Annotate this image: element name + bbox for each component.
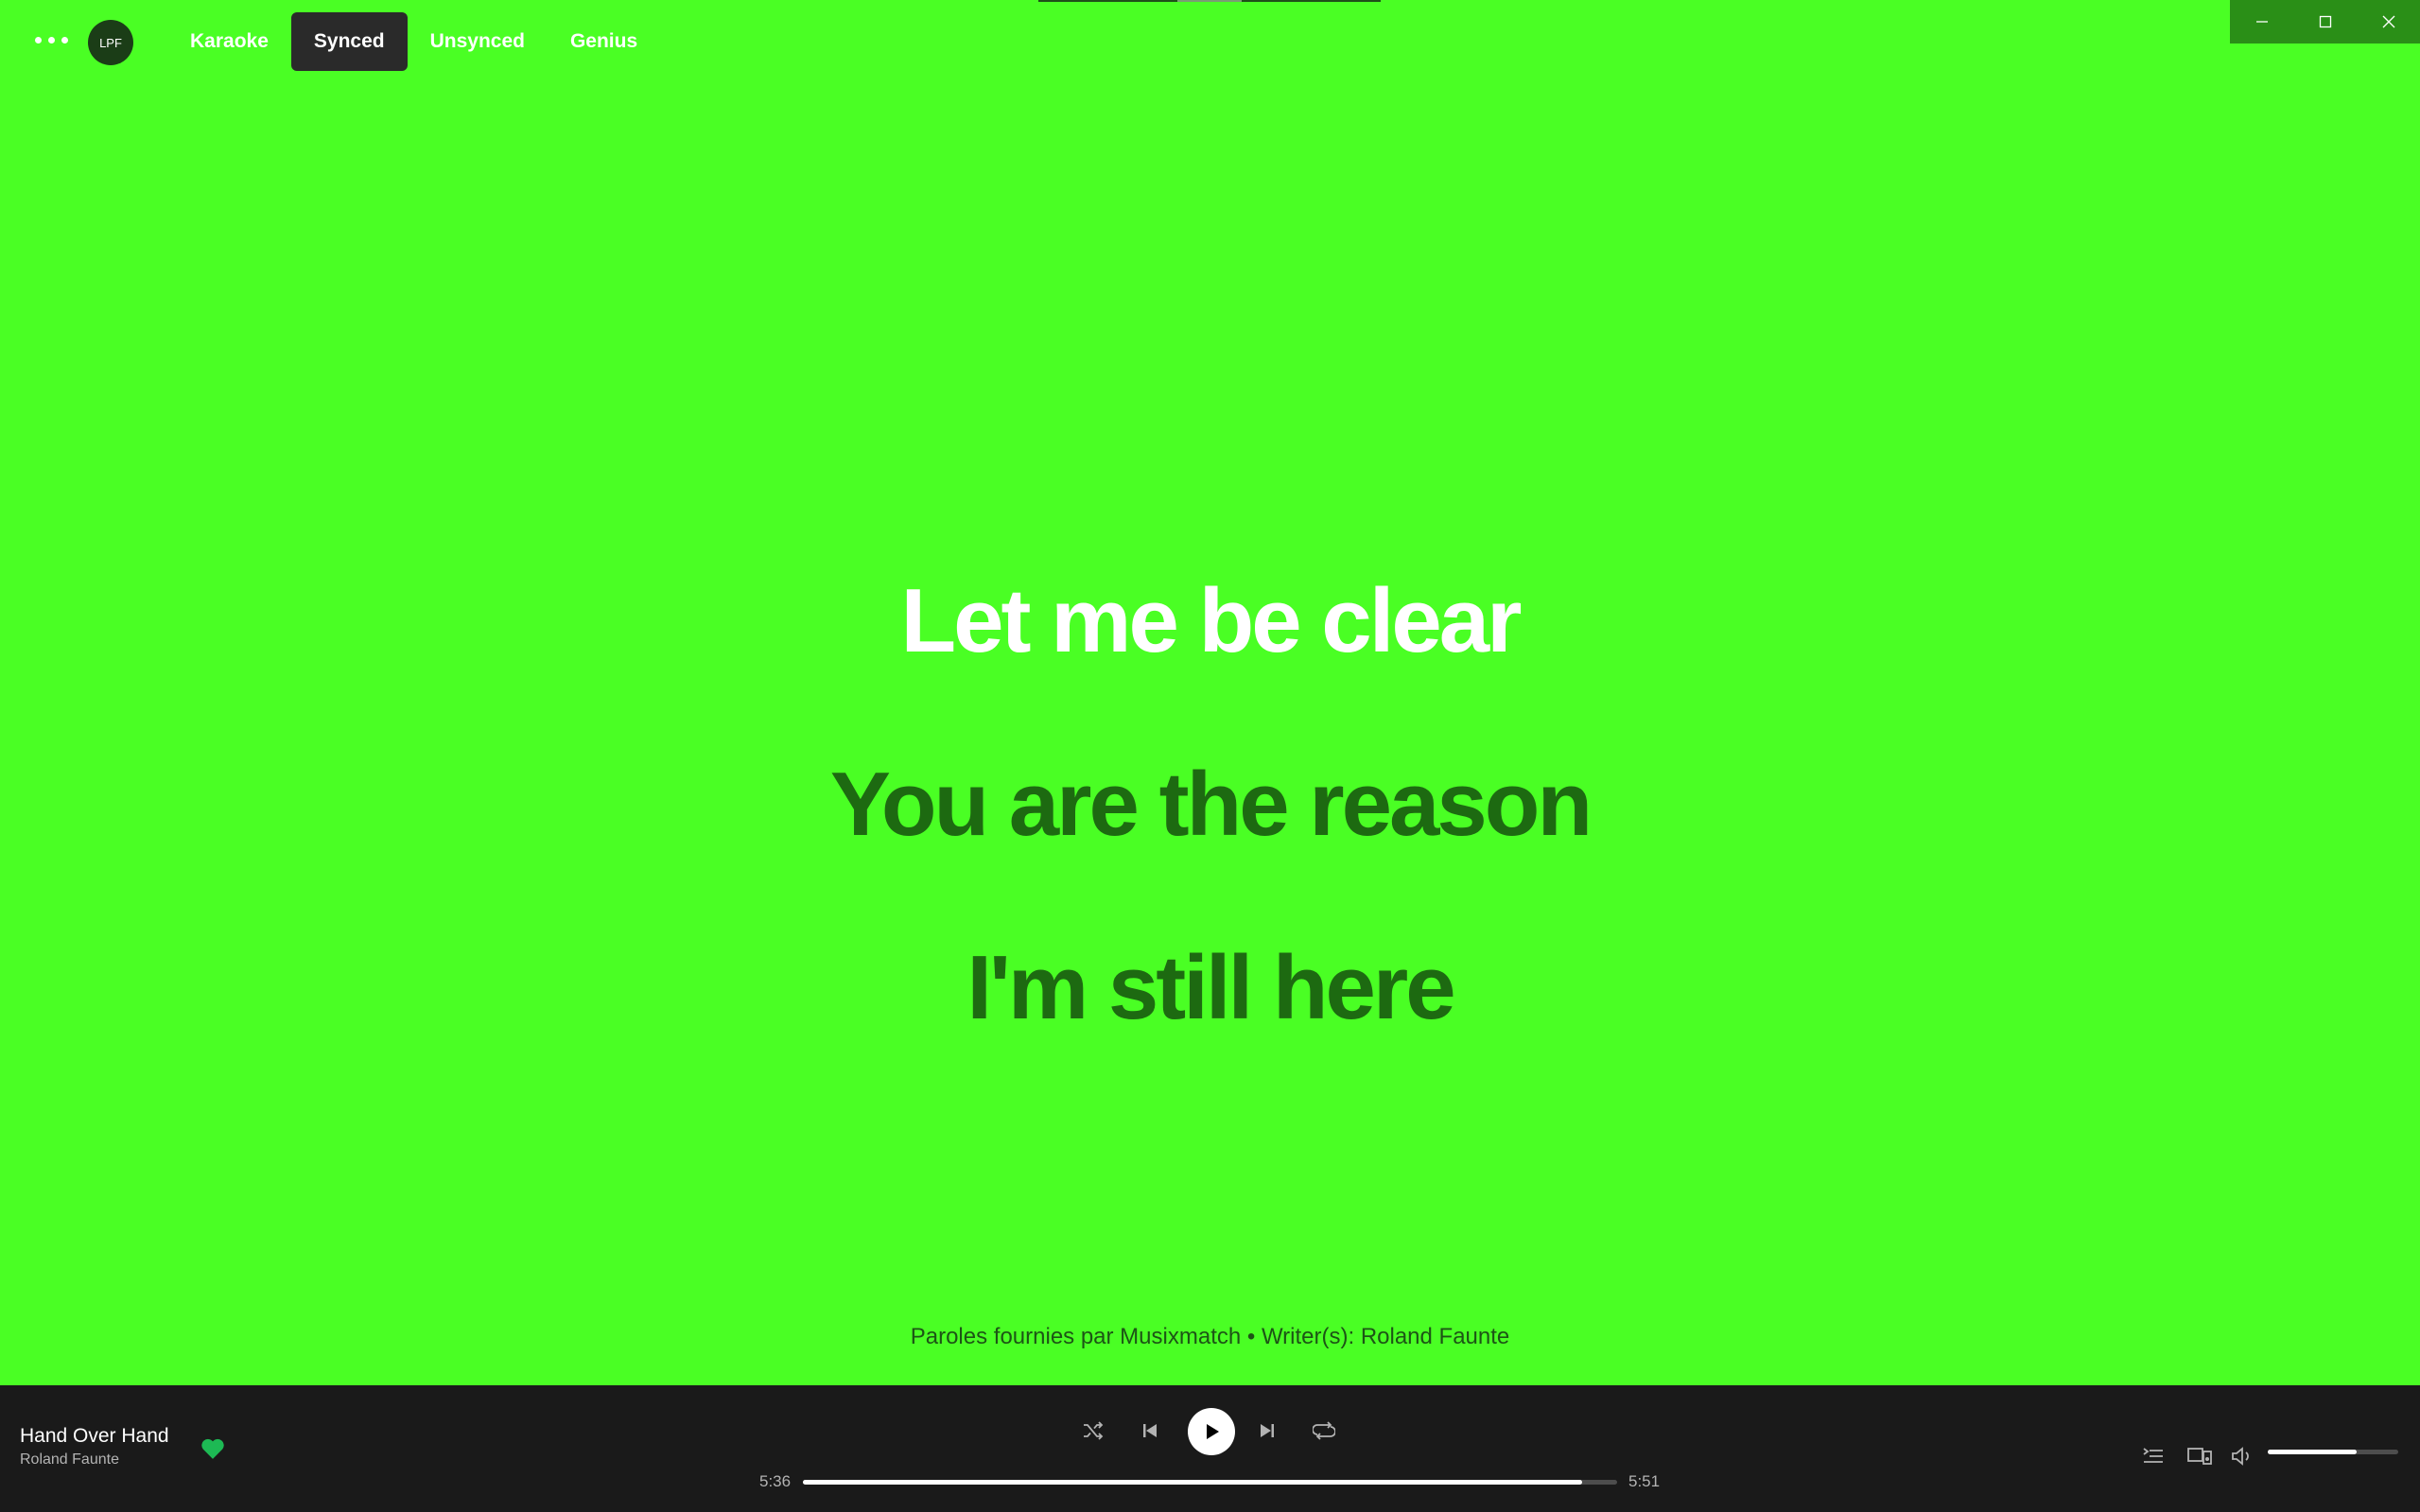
player-bar: Hand Over Hand Roland Faunte 5:36 5:51 — [0, 1385, 2420, 1512]
play-icon[interactable] — [1188, 1408, 1235, 1455]
lyric-line[interactable]: I'm still here — [0, 896, 2420, 1080]
drag-handle[interactable] — [1038, 0, 1381, 2]
more-icon[interactable] — [32, 26, 70, 53]
progress-fill — [803, 1480, 1582, 1485]
top-bar: LPF Karaoke Synced Unsynced Genius — [0, 0, 2420, 85]
volume-fill — [2268, 1450, 2357, 1454]
lyric-line[interactable]: You are the reason — [0, 713, 2420, 896]
tab-unsynced[interactable]: Unsynced — [408, 12, 548, 71]
tab-synced[interactable]: Synced — [290, 12, 408, 71]
track-artist[interactable]: Roland Faunte — [20, 1451, 169, 1469]
playback-controls — [1078, 1404, 1343, 1457]
tab-genius[interactable]: Genius — [548, 12, 660, 71]
lyrics-credits: Paroles fournies par Musixmatch • Writer… — [910, 1324, 1510, 1349]
next-icon[interactable] — [1252, 1416, 1282, 1446]
device-icon[interactable] — [2185, 1444, 2214, 1469]
volume-icon[interactable] — [2228, 1444, 2256, 1469]
repeat-icon[interactable] — [1309, 1416, 1339, 1446]
close-icon[interactable] — [2357, 0, 2420, 43]
lyrics-mode-tabs: Karaoke Synced Unsynced Genius — [167, 12, 660, 71]
queue-icon[interactable] — [2139, 1444, 2168, 1469]
elapsed-time: 5:36 — [759, 1472, 792, 1490]
now-playing: Hand Over Hand Roland Faunte — [20, 1425, 169, 1469]
avatar[interactable]: LPF — [88, 20, 133, 65]
maximize-icon[interactable] — [2293, 0, 2357, 43]
window-controls — [2230, 0, 2420, 43]
tab-karaoke[interactable]: Karaoke — [167, 12, 291, 71]
progress-bar[interactable] — [803, 1480, 1617, 1485]
lyrics-panel: Let me be clear You are the reason I'm s… — [0, 530, 2420, 1080]
total-duration: 5:51 — [1628, 1472, 1661, 1490]
minimize-icon[interactable] — [2230, 0, 2293, 43]
shuffle-icon[interactable] — [1078, 1416, 1108, 1446]
previous-icon[interactable] — [1135, 1416, 1165, 1446]
volume-slider[interactable] — [2268, 1450, 2398, 1454]
lyric-line-current[interactable]: Let me be clear — [0, 530, 2420, 713]
heart-icon[interactable] — [200, 1437, 225, 1460]
track-title[interactable]: Hand Over Hand — [20, 1425, 169, 1448]
